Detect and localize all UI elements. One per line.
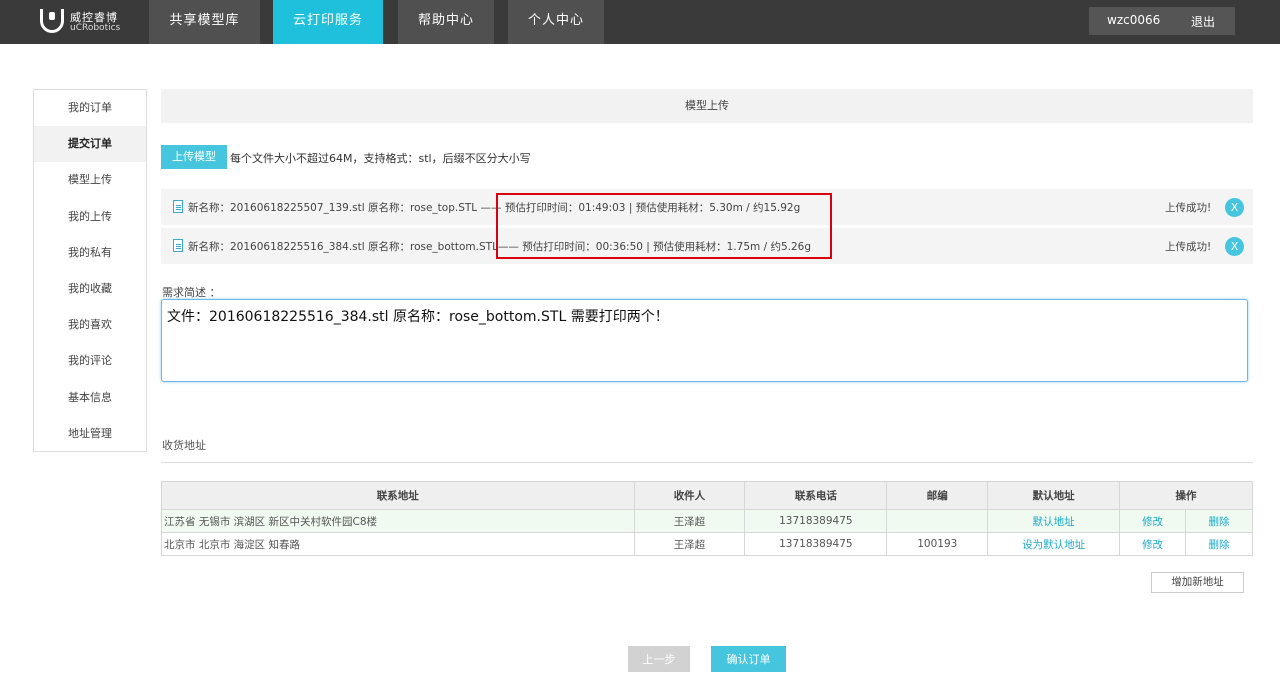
previous-step-button[interactable]: 上一步 xyxy=(628,646,690,672)
upload-model-button[interactable]: 上传模型 xyxy=(161,145,227,169)
edit-link[interactable]: 修改 xyxy=(1142,539,1163,551)
sidebar-item-basic-info[interactable]: 基本信息 xyxy=(34,380,146,416)
logo-icon xyxy=(40,9,64,33)
default-address-link[interactable]: 默认地址 xyxy=(1033,516,1075,528)
top-navbar: 威控睿博 uCRobotics 共享模型库 云打印服务 帮助中心 个人中心 wz… xyxy=(0,0,1280,44)
default-cell: 默认地址 xyxy=(987,509,1121,533)
edit-link[interactable]: 修改 xyxy=(1142,516,1163,528)
zip-cell xyxy=(886,509,989,533)
table-header-row: 联系地址 收件人 联系电话 邮编 默认地址 操作 xyxy=(161,481,1253,510)
column-header: 操作 xyxy=(1119,481,1253,510)
sidebar-item-my-private[interactable]: 我的私有 xyxy=(34,235,146,271)
add-address-button[interactable]: 增加新地址 xyxy=(1151,572,1244,593)
sidebar-item-model-upload[interactable]: 模型上传 xyxy=(34,162,146,198)
section-title: 模型上传 xyxy=(161,89,1253,123)
nav-cloud-print[interactable]: 云打印服务 xyxy=(273,0,383,44)
column-header: 默认地址 xyxy=(987,481,1121,510)
upload-hint: 每个文件大小不超过64M，支持格式：stl，后缀不区分大小写 xyxy=(230,152,531,165)
edit-cell: 修改 xyxy=(1119,532,1187,556)
upload-status: 上传成功! xyxy=(1165,241,1212,253)
default-cell: 设为默认地址 xyxy=(987,532,1121,556)
logout-button[interactable]: 退出 xyxy=(1191,13,1215,30)
remove-file-icon[interactable]: X xyxy=(1225,237,1244,256)
confirm-order-button[interactable]: 确认订单 xyxy=(711,646,786,672)
column-header: 联系电话 xyxy=(744,481,888,510)
brand-logo[interactable]: 威控睿博 uCRobotics xyxy=(40,9,130,36)
delete-link[interactable]: 删除 xyxy=(1209,516,1230,528)
address-cell: 北京市 北京市 海淀区 知春路 xyxy=(161,532,635,556)
username[interactable]: wzc0066 xyxy=(1107,13,1160,27)
address-table: 联系地址 收件人 联系电话 邮编 默认地址 操作 江苏省 无锡市 滨湖区 新区中… xyxy=(161,481,1253,556)
requirement-label: 需求简述 ： xyxy=(162,286,221,299)
highlight-annotation-box xyxy=(496,193,832,259)
file-icon xyxy=(173,200,183,213)
recipient-cell: 王泽超 xyxy=(633,532,746,556)
set-default-link[interactable]: 设为默认地址 xyxy=(1022,539,1085,551)
table-row: 北京市 北京市 海淀区 知春路 王泽超 13718389475 100193 设… xyxy=(161,532,1253,556)
delete-cell: 删除 xyxy=(1185,532,1253,556)
divider xyxy=(161,462,1253,463)
column-header: 收件人 xyxy=(633,481,746,510)
file-icon xyxy=(173,239,183,252)
sidebar: 我的订单 提交订单 模型上传 我的上传 我的私有 我的收藏 我的喜欢 我的评论 … xyxy=(33,89,147,452)
delete-cell: 删除 xyxy=(1185,509,1253,533)
nav-personal-center[interactable]: 个人中心 xyxy=(508,0,604,44)
sidebar-item-my-favorites[interactable]: 我的收藏 xyxy=(34,271,146,307)
sidebar-item-my-comments[interactable]: 我的评论 xyxy=(34,343,146,379)
sidebar-item-submit-order[interactable]: 提交订单 xyxy=(34,126,146,163)
nav-shared-models[interactable]: 共享模型库 xyxy=(149,0,260,44)
zip-cell: 100193 xyxy=(886,532,989,556)
user-box: wzc0066 退出 xyxy=(1089,7,1235,35)
brand-name-en: uCRobotics xyxy=(70,23,121,33)
phone-cell: 13718389475 xyxy=(744,509,888,533)
column-header: 联系地址 xyxy=(161,481,635,510)
address-cell: 江苏省 无锡市 滨湖区 新区中关村软件园C8楼 xyxy=(161,509,635,533)
address-section-title: 收货地址 xyxy=(162,439,206,452)
table-row: 江苏省 无锡市 滨湖区 新区中关村软件园C8楼 王泽超 13718389475 … xyxy=(161,509,1253,533)
sidebar-item-my-likes[interactable]: 我的喜欢 xyxy=(34,307,146,343)
upload-status: 上传成功! xyxy=(1165,202,1212,214)
remove-file-icon[interactable]: X xyxy=(1225,198,1244,217)
nav-help-center[interactable]: 帮助中心 xyxy=(398,0,494,44)
delete-link[interactable]: 删除 xyxy=(1209,539,1230,551)
requirement-textarea[interactable]: 文件：20160618225516_384.stl 原名称：rose_botto… xyxy=(161,299,1248,382)
column-header: 邮编 xyxy=(886,481,989,510)
edit-cell: 修改 xyxy=(1119,509,1187,533)
sidebar-item-my-orders[interactable]: 我的订单 xyxy=(34,90,146,126)
sidebar-item-my-uploads[interactable]: 我的上传 xyxy=(34,199,146,235)
phone-cell: 13718389475 xyxy=(744,532,888,556)
recipient-cell: 王泽超 xyxy=(633,509,746,533)
sidebar-item-address-management[interactable]: 地址管理 xyxy=(34,416,146,452)
